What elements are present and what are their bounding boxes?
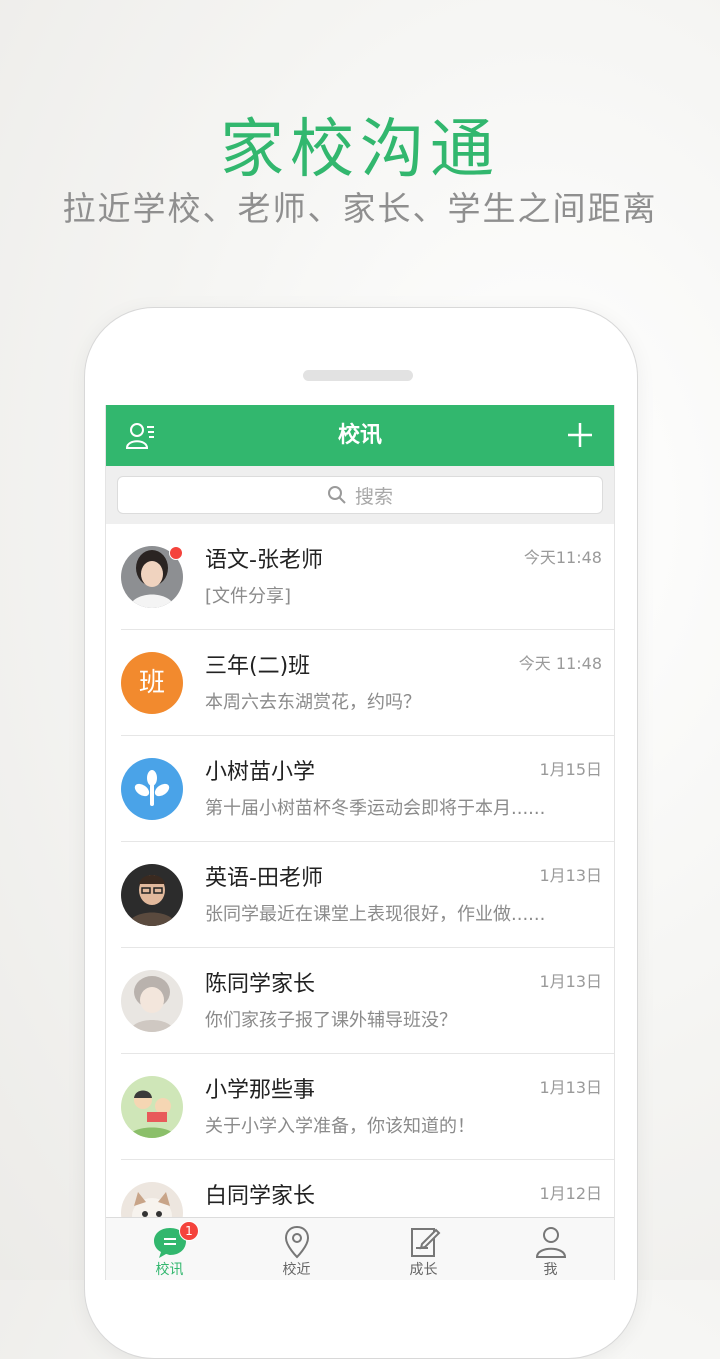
avatar — [121, 970, 183, 1032]
location-pin-icon — [284, 1225, 310, 1259]
app-header: 校讯 — [106, 405, 614, 466]
tab-xiaoxun[interactable]: 1 校讯 — [106, 1218, 233, 1280]
conversation-time: 1月13日 — [539, 1078, 602, 1097]
conversation-time: 今天 11:48 — [518, 654, 602, 673]
search-bar: 搜索 — [106, 466, 614, 524]
conversation-preview: 关于小学入学准备，你该知道的！ — [205, 1116, 475, 1137]
hero-subtitle: 拉近学校、老师、家长、学生之间距离 — [62, 189, 658, 228]
conversation-item[interactable]: 小学那些事 1月13日 关于小学入学准备，你该知道的！ — [121, 1054, 614, 1160]
conversation-item[interactable]: 陈同学家长 1月13日 你们家孩子报了课外辅导班没？ — [121, 948, 614, 1054]
avatar — [121, 1076, 183, 1138]
tab-label: 成长 — [409, 1262, 438, 1278]
conversation-preview: 你们家孩子报了课外辅导班没？ — [205, 1010, 457, 1031]
conversation-name: 三年(二)班 — [205, 654, 311, 679]
conversation-preview: 张同学最近在课堂上表现很好，作业做...... — [205, 904, 546, 925]
conversation-name: 语文-张老师 — [205, 548, 323, 573]
conversation-time: 1月13日 — [539, 866, 602, 885]
sprout-icon — [134, 770, 170, 806]
person-icon — [535, 1227, 567, 1258]
plus-icon[interactable] — [566, 421, 594, 449]
tab-label: 我 — [543, 1262, 558, 1278]
conversation-name: 英语-田老师 — [205, 866, 323, 891]
conversation-time: 1月15日 — [539, 760, 602, 779]
conversation-preview: 本周六去东湖赏花，约吗？ — [205, 692, 421, 713]
conversation-name: 小树苗小学 — [205, 760, 316, 785]
avatar: 班 — [121, 652, 183, 714]
conversation-name: 白同学家长 — [205, 1184, 316, 1209]
conversation-time: 今天11:48 — [523, 548, 602, 567]
conversation-preview: 第十届小树苗杯冬季运动会即将于本月...... — [205, 798, 546, 819]
tab-label: 校近 — [282, 1262, 311, 1278]
conversation-item[interactable]: 班 三年(二)班 今天 11:48 本周六去东湖赏花，约吗？ — [121, 630, 614, 736]
conversation-preview: [文件分享] — [205, 586, 292, 607]
avatar-initial: 班 — [138, 668, 165, 698]
tab-chengzhang[interactable]: 成长 — [360, 1218, 487, 1280]
tab-label: 校讯 — [155, 1262, 184, 1278]
avatar — [121, 864, 183, 926]
conversation-item[interactable]: 英语-田老师 1月13日 张同学最近在课堂上表现很好，作业做...... — [121, 842, 614, 948]
notebook-edit-icon — [411, 1228, 441, 1257]
search-placeholder: 搜索 — [354, 485, 393, 508]
app-screen: 校讯 搜索 语文-张老师 今天11:48 [文件分享] 班 三年(二)班 今天 … — [105, 405, 615, 1280]
tab-xiaojin[interactable]: 校近 — [233, 1218, 360, 1280]
search-icon — [327, 486, 346, 504]
header-title: 校讯 — [337, 423, 382, 448]
tab-badge: 1 — [179, 1221, 199, 1241]
conversation-item[interactable]: 语文-张老师 今天11:48 [文件分享] — [121, 524, 614, 630]
unread-dot — [169, 546, 183, 560]
hero-title: 家校沟通 — [220, 113, 500, 187]
tab-me[interactable]: 我 — [487, 1218, 614, 1280]
bottom-tab-bar: 1 校讯 校近 成长 我 — [106, 1217, 614, 1280]
contacts-icon[interactable] — [124, 419, 158, 453]
conversation-time: 1月12日 — [539, 1184, 602, 1203]
conversation-list: 语文-张老师 今天11:48 [文件分享] 班 三年(二)班 今天 11:48 … — [106, 524, 614, 1266]
conversation-name: 陈同学家长 — [205, 972, 316, 997]
search-input[interactable]: 搜索 — [117, 476, 603, 514]
conversation-name: 小学那些事 — [205, 1078, 316, 1103]
conversation-item[interactable]: 小树苗小学 1月15日 第十届小树苗杯冬季运动会即将于本月...... — [121, 736, 614, 842]
conversation-time: 1月13日 — [539, 972, 602, 991]
avatar — [121, 758, 183, 820]
phone-speaker — [303, 370, 413, 381]
